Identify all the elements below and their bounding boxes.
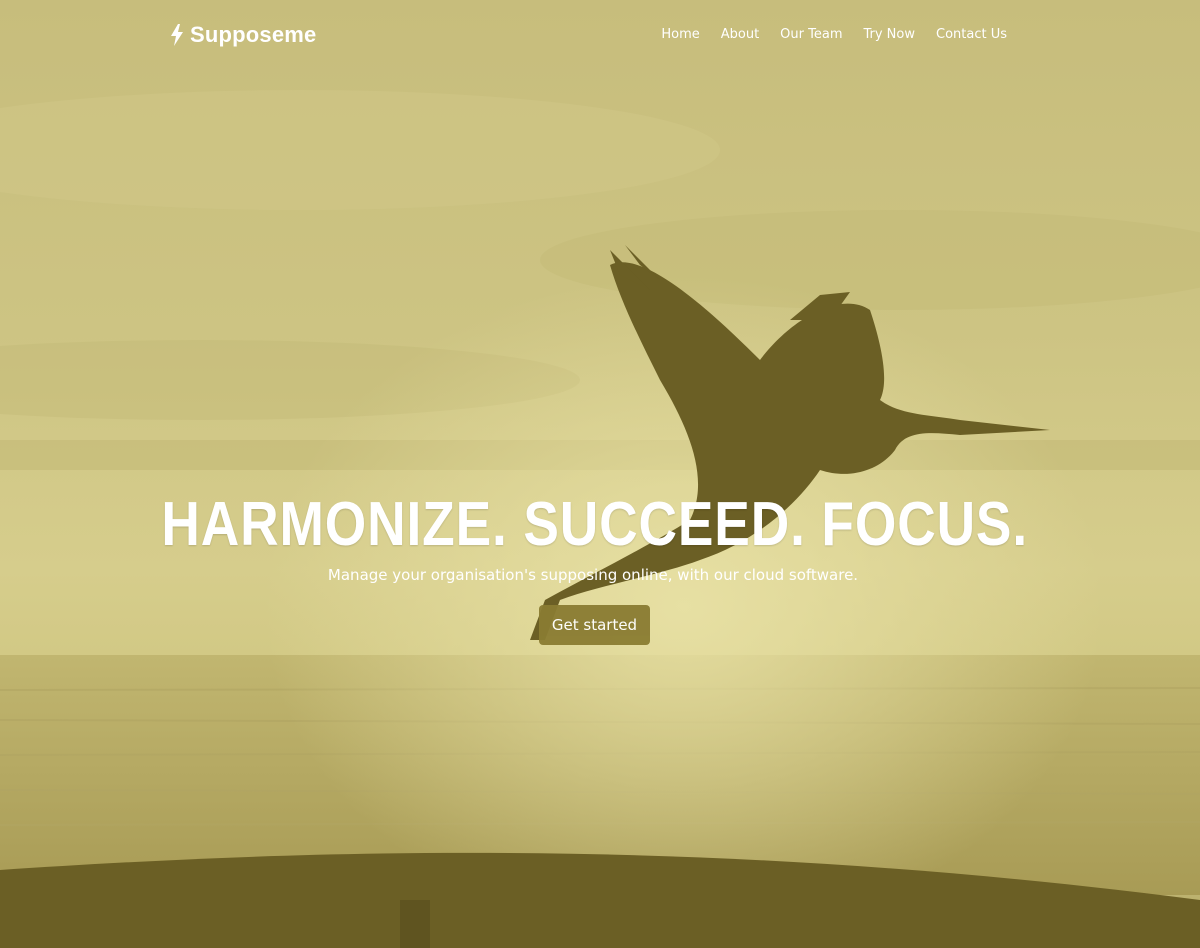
nav-link-try-now[interactable]: Try Now xyxy=(863,27,915,42)
hero-headline: HARMONIZE. SUCCEED. FOCUS. xyxy=(161,490,1029,559)
top-navbar: Supposeme Home About Our Team Try Now Co… xyxy=(0,0,1200,70)
nav-link-home[interactable]: Home xyxy=(661,27,699,42)
nav-item-home: Home xyxy=(661,25,699,43)
brand-logo-link[interactable]: Supposeme xyxy=(170,20,317,50)
nav-link-our-team[interactable]: Our Team xyxy=(780,27,842,42)
hero-background-image xyxy=(0,0,1200,948)
brand-name: Supposeme xyxy=(190,22,317,47)
nav-link-contact-us[interactable]: Contact Us xyxy=(936,27,1007,42)
nav-item-try-now: Try Now xyxy=(863,25,915,43)
hero-section: Supposeme Home About Our Team Try Now Co… xyxy=(0,0,1200,948)
nav-link-about[interactable]: About xyxy=(721,27,759,42)
hero-subheadline: Manage your organisation's supposing onl… xyxy=(327,566,859,584)
get-started-button[interactable]: Get started xyxy=(539,605,650,645)
bolt-icon xyxy=(171,24,183,46)
nav-item-about: About xyxy=(721,25,759,43)
nav-item-contact-us: Contact Us xyxy=(936,25,1007,43)
nav-menu: Home About Our Team Try Now Contact Us xyxy=(661,25,1007,43)
nav-item-our-team: Our Team xyxy=(780,25,842,43)
